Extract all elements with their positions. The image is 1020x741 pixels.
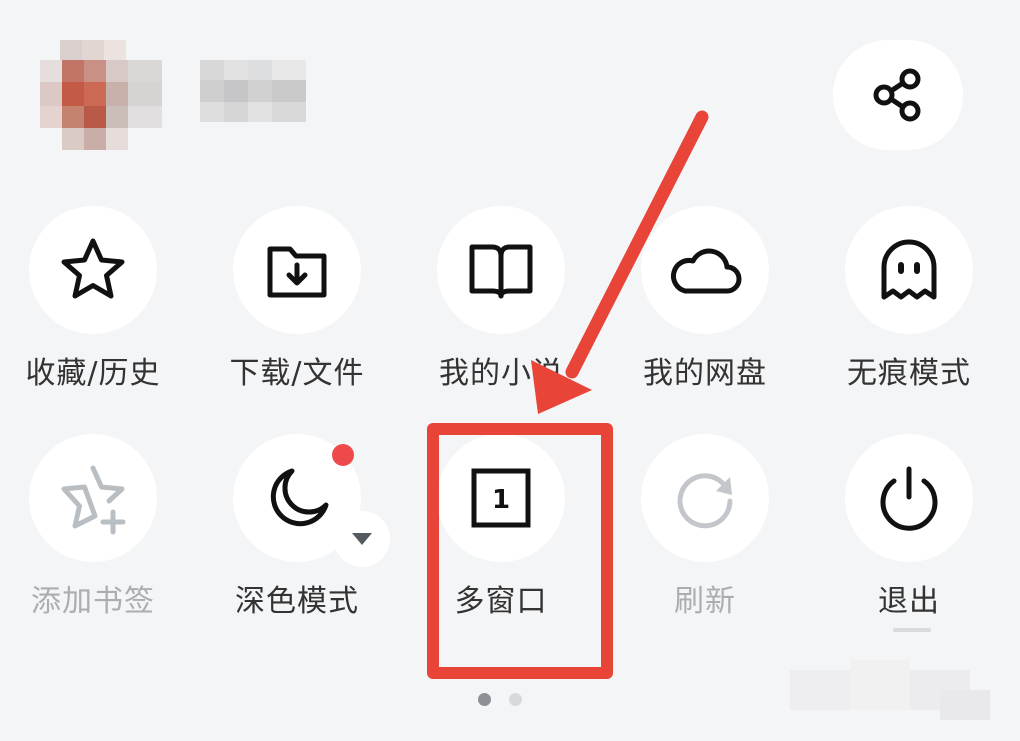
annotation-arrow: [531, 110, 709, 414]
